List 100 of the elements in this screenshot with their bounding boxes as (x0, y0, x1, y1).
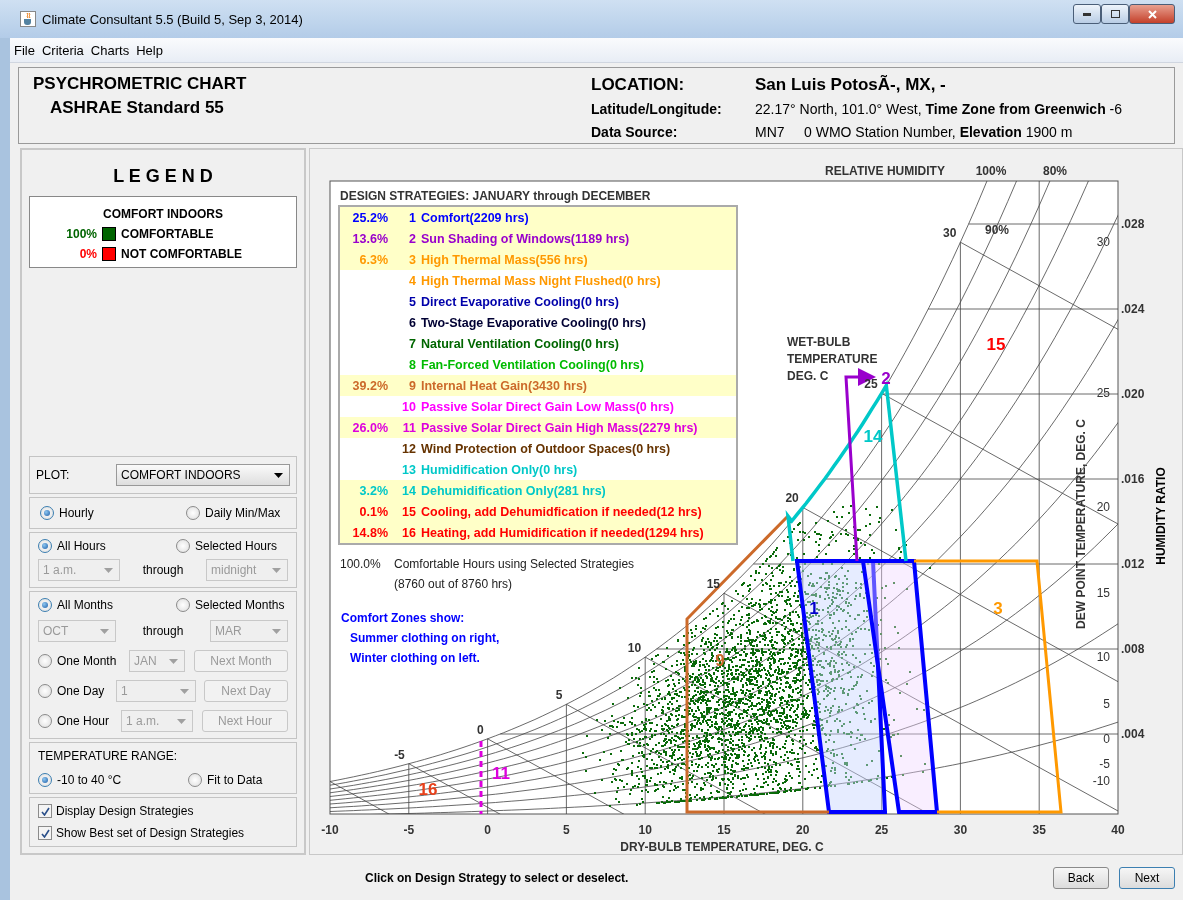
strategy-row[interactable]: 13.6% 2 Sun Shading of Windows(1189 hrs) (340, 228, 736, 249)
radio-button[interactable]: -10 to 40 °C (38, 773, 158, 787)
nav-button[interactable]: Next (1119, 866, 1175, 889)
check-icon (40, 806, 50, 816)
close-icon (1147, 9, 1157, 19)
axis-tick-label: -10 (321, 823, 339, 837)
summary-text: Comfortable Hours using Selected Strategies (394, 557, 635, 571)
axis-tick-label: 30 (943, 226, 957, 241)
field-label: LOCATION: (591, 75, 686, 95)
window-title: Climate Consultant 5.5 (Build 5, Sep 3, 2014) (42, 11, 304, 27)
axis-tick-label: 0 (484, 823, 491, 837)
status-text: Click on Design Strategy to select or deselect. (365, 870, 630, 885)
axis-tick-label: 0 (476, 722, 484, 737)
axis-tick-label: 10 (638, 823, 652, 837)
summary-detail: (8760 out of 8760 hrs) (394, 577, 514, 591)
location-value: San Luis PotosÃ-, MX, - (755, 75, 947, 95)
plot-dropdown[interactable]: COMFORT INDOORS (116, 464, 290, 486)
axis-tick-label: .012 (1121, 557, 1145, 571)
radio-button[interactable]: Hourly (40, 506, 160, 520)
axis-tick-label: 25 (874, 823, 889, 837)
field-label: Latitude/Longitude: (591, 101, 723, 118)
caret-icon (272, 628, 281, 634)
axis-tick-label: .016 (1121, 472, 1145, 486)
legend-label: COMFORTABLE (121, 227, 214, 241)
chart-title: PSYCHROMETRIC CHART (33, 74, 248, 94)
caret-icon (274, 472, 283, 478)
caret-icon (272, 567, 281, 573)
curve-label: 90% (985, 223, 1009, 237)
zone-label: 16 (418, 780, 438, 799)
legend-heading: COMFORT INDOORS (103, 207, 223, 221)
zone-label: 11 (492, 764, 510, 783)
strategy-row[interactable]: 0.1% 15 Cooling, add Dehumidfication if needed(12 hrs) (340, 501, 736, 522)
axis-tick-label: .008 (1121, 642, 1145, 656)
through-label: through (142, 624, 184, 638)
axis-tick-label: 80% (1043, 164, 1067, 178)
checkbox[interactable]: Display Design Strategies (38, 804, 288, 818)
axis-tick-label: 20 (1096, 500, 1110, 515)
note-text: Winter clothing on left. (350, 651, 481, 665)
coordinates-value: 22.17° North, 101.0° West, Time Zone from Greenwich -6 (755, 101, 1123, 118)
strategy-row[interactable]: 25.2% 1 Comfort(2209 hrs) (340, 207, 736, 228)
axis-tick-label: 10 (1096, 650, 1110, 665)
axis-tick-label: .028 (1121, 217, 1145, 231)
axis-tick-label: 15 (717, 823, 731, 837)
maximize-button[interactable] (1101, 4, 1129, 24)
axis-title: TEMPERATURE (787, 352, 878, 366)
strategy-row[interactable]: 14.8% 16 Heating, add Humidification if needed(1294 hrs) (340, 522, 736, 543)
maximize-icon (1110, 10, 1120, 18)
axis-tick-label: 40 (1111, 823, 1125, 837)
section-label: TEMPERATURE RANGE: (38, 749, 179, 763)
strategies-title: DESIGN STRATEGIES: JANUARY through DECEMBER (340, 189, 652, 203)
legend-label: NOT COMFORTABLE (121, 247, 243, 261)
zone-label: 2 (881, 369, 891, 388)
axis-tick-label: 0 (1103, 731, 1110, 746)
menu-item[interactable]: Help (136, 42, 163, 58)
axis-tick-label: .020 (1121, 387, 1145, 401)
axis-title: DRY-BULB TEMPERATURE, DEG. C (620, 840, 824, 854)
axis-tick-label: -5 (1099, 756, 1110, 771)
menu-item[interactable]: File (14, 42, 35, 58)
axis-tick-label: -5 (403, 823, 415, 837)
zone-label: 1 (809, 599, 819, 618)
caret-icon (177, 718, 186, 724)
menu-item[interactable]: Charts (90, 42, 130, 58)
strategy-row[interactable]: 26.0% 11 Passive Solar Direct Gain High Mass(2279 hrs) (340, 417, 736, 438)
strategy-row[interactable]: 39.2% 9 Internal Heat Gain(3430 hrs) (340, 375, 736, 396)
axis-tick-label: .004 (1121, 727, 1145, 741)
close-button[interactable] (1129, 4, 1175, 24)
standard-title: ASHRAE Standard 55 (50, 98, 225, 118)
menu-item[interactable]: Criteria (41, 42, 84, 58)
coffee-cup-icon (20, 11, 36, 27)
check-icon (40, 828, 50, 838)
axis-tick-label: 25 (864, 377, 878, 392)
plot-label: PLOT: (36, 468, 70, 482)
checkbox[interactable]: Show Best set of Design Strategies (38, 826, 288, 840)
axis-title: DEG. C (787, 369, 829, 383)
axis-tick-label: 10 (627, 641, 642, 656)
axis-tick-label: 5 (1103, 697, 1110, 712)
axis-title: HUMIDITY RATIO (1154, 467, 1168, 565)
radio-button[interactable]: Daily Min/Max (186, 506, 286, 520)
axis-tick-label: -10 (1092, 774, 1110, 789)
axis-tick-label: 20 (785, 491, 799, 506)
nav-button[interactable]: Back (1053, 866, 1109, 889)
axis-tick-label: 15 (706, 577, 720, 592)
axis-tick-label: 100% (975, 164, 1007, 178)
axis-title: DEW POINT TEMPERATURE, DEG. C (1074, 419, 1088, 629)
zone-label: 9 (715, 651, 725, 670)
zone-label: 14 (863, 427, 883, 446)
radio-button[interactable]: Fit to Data (188, 773, 288, 787)
caret-icon (169, 658, 178, 664)
summary-percent: 100.0% (340, 557, 382, 571)
legend-title: L E G E N D (112, 166, 214, 187)
axis-tick-label: 5 (563, 823, 570, 837)
axis-tick-label: 20 (796, 823, 810, 837)
minimize-button[interactable] (1073, 4, 1101, 24)
zone-label: 3 (993, 599, 1003, 618)
axis-tick-label: 5 (555, 688, 563, 703)
axis-tick-label: 35 (1032, 823, 1046, 837)
through-label: through (142, 563, 184, 577)
axis-title: RELATIVE HUMIDITY (825, 164, 945, 178)
minimize-icon (1083, 12, 1091, 16)
legend-percent: 0% (78, 247, 97, 261)
